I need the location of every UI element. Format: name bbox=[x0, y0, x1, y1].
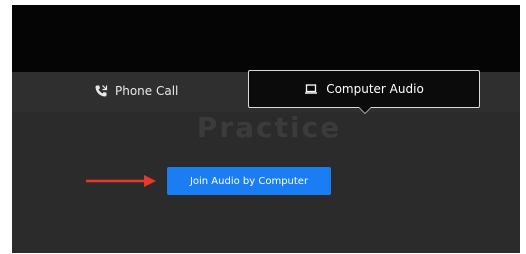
laptop-icon bbox=[304, 82, 318, 96]
tab-phone-call-label: Phone Call bbox=[115, 84, 179, 98]
tab-computer-audio[interactable]: Computer Audio bbox=[248, 70, 480, 108]
tab-phone-call[interactable]: Phone Call bbox=[94, 78, 178, 104]
phone-icon bbox=[94, 84, 108, 98]
practice-watermark: Practice bbox=[196, 111, 342, 144]
audio-dialog: Phone Call Computer Audio Practice Join … bbox=[12, 5, 520, 253]
tab-computer-audio-label: Computer Audio bbox=[326, 82, 424, 96]
join-audio-by-computer-button[interactable]: Join Audio by Computer bbox=[167, 167, 331, 195]
red-arrow-icon bbox=[86, 175, 156, 187]
video-area bbox=[12, 5, 520, 72]
